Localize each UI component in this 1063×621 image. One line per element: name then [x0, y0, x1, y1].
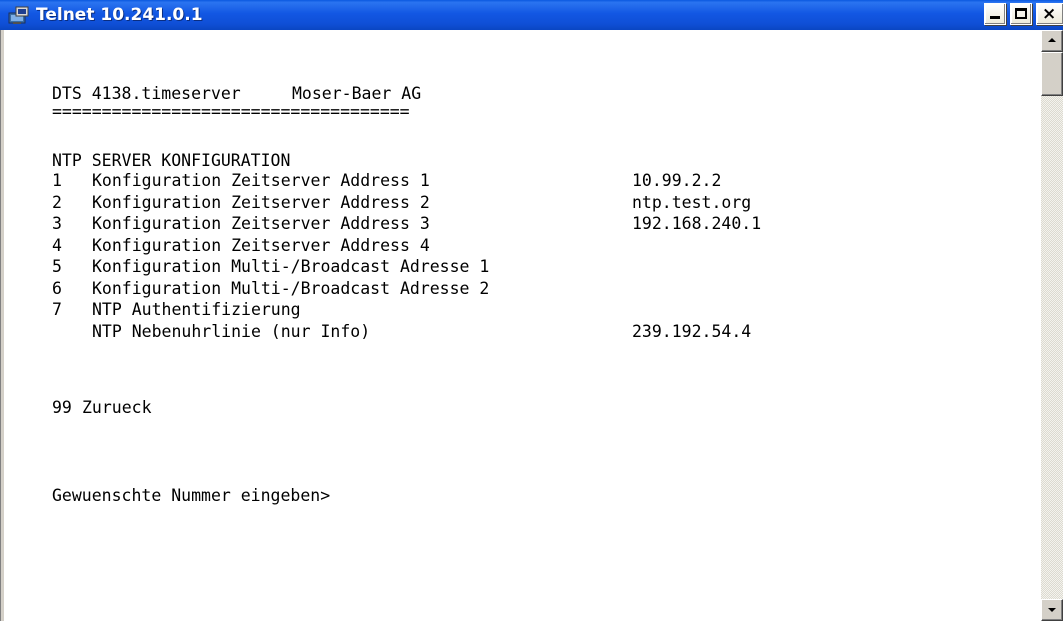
minimize-button[interactable]	[984, 3, 1006, 25]
maximize-button[interactable]	[1010, 3, 1032, 25]
menu-label: Konfiguration Zeitserver Address 3	[92, 214, 430, 233]
menu-label: Konfiguration Multi-/Broadcast Adresse 2	[92, 279, 490, 298]
menu-number: 2	[52, 193, 62, 212]
menu-number: 7	[52, 300, 62, 319]
window-title: Telnet 10.241.0.1	[36, 5, 203, 25]
minimize-icon	[990, 16, 1000, 19]
scroll-down-button[interactable]	[1041, 599, 1063, 621]
menu-label: Konfiguration Zeitserver Address 2	[92, 193, 430, 212]
maximize-icon	[1015, 8, 1027, 19]
close-icon: ×	[1042, 4, 1057, 24]
menu-value: 239.192.54.4	[632, 322, 752, 341]
terminal-output[interactable]: DTS 4138.timeserver Moser-Baer AG ======…	[4, 30, 1041, 621]
menu-label: NTP Nebenuhrlinie (nur Info)	[92, 322, 371, 341]
back-option-number: 99	[52, 398, 72, 417]
menu-number: 6	[52, 279, 62, 298]
telnet-window: Telnet 10.241.0.1 × DTS 4138.timeserver …	[0, 0, 1063, 621]
back-option-label: Zurueck	[82, 398, 152, 417]
section-title: NTP SERVER KONFIGURATION	[52, 151, 291, 170]
close-button[interactable]: ×	[1036, 3, 1063, 25]
menu-label: Konfiguration Zeitserver Address 1	[92, 171, 430, 190]
arrow-up-icon	[1048, 38, 1056, 42]
menu-label: NTP Authentifizierung	[92, 300, 301, 319]
menu-label: Konfiguration Multi-/Broadcast Adresse 1	[92, 257, 490, 276]
menu-value: ntp.test.org	[632, 193, 752, 212]
menu-label: Konfiguration Zeitserver Address 4	[92, 236, 430, 255]
menu-value: 10.99.2.2	[632, 171, 722, 190]
telnet-terminal-icon[interactable]	[8, 6, 30, 24]
scroll-up-button[interactable]	[1041, 30, 1063, 52]
menu-number: 5	[52, 257, 62, 276]
menu-value: 192.168.240.1	[632, 214, 762, 233]
menu-number: 3	[52, 214, 62, 233]
title-bar[interactable]: Telnet 10.241.0.1 ×	[0, 0, 1063, 30]
scrollbar-thumb[interactable]	[1041, 52, 1063, 96]
input-prompt: Gewuenschte Nummer eingeben>	[52, 486, 331, 505]
arrow-down-icon	[1048, 608, 1056, 612]
vertical-scrollbar[interactable]	[1041, 30, 1063, 621]
header-separator: ====================================	[52, 102, 410, 121]
menu-number: 1	[52, 171, 62, 190]
header-vendor: Moser-Baer AG	[292, 84, 422, 103]
menu-number: 4	[52, 236, 62, 255]
header-product: DTS 4138.timeserver	[52, 84, 241, 103]
